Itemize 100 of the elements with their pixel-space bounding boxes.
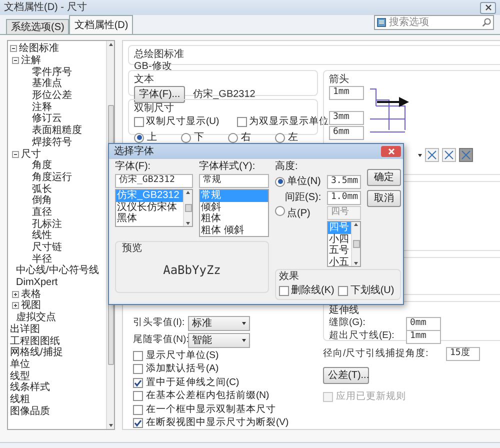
tree-item[interactable]: 视图 — [21, 300, 41, 312]
checkbox[interactable] — [237, 117, 248, 128]
tree-item[interactable]: 中心线/中心符号线 — [16, 265, 99, 276]
list-item[interactable]: 黑体 — [116, 213, 183, 224]
tree-item[interactable]: 绘图标准 — [19, 43, 59, 54]
radio-button[interactable] — [181, 132, 191, 143]
tree-item[interactable]: 基准点 — [32, 78, 62, 90]
tree-item[interactable]: 弧长 — [32, 184, 52, 195]
list-item[interactable]: 汉仪长仿宋体 — [116, 202, 183, 213]
input-field[interactable]: 1.0mm — [327, 190, 361, 204]
tree-item[interactable]: 虚拟交点 — [16, 312, 56, 324]
close-button[interactable] — [480, 2, 496, 14]
list-box[interactable]: 常规 倾斜 粗体 粗体 倾斜 — [199, 189, 269, 237]
radio-button[interactable] — [275, 132, 285, 143]
input-field[interactable]: 1mm — [329, 86, 364, 100]
checkbox[interactable] — [133, 378, 143, 388]
tree-item[interactable]: 修订云 — [32, 113, 62, 124]
dropdown[interactable]: 标准 — [188, 316, 250, 331]
arrow-style-icon[interactable] — [442, 148, 456, 162]
list-item[interactable]: 倾斜 — [200, 202, 268, 213]
tree-item[interactable]: 尺寸链 — [32, 242, 62, 254]
collapse-icon[interactable] — [10, 45, 17, 52]
radio-button[interactable] — [275, 176, 285, 186]
input-field[interactable]: 3mm — [329, 111, 364, 125]
tree-item[interactable]: 表格 — [21, 288, 41, 300]
search-field[interactable]: 搜索选项 — [374, 15, 494, 30]
tree-item[interactable]: 线粗 — [10, 394, 30, 405]
tree-item[interactable]: 形位公差 — [32, 90, 72, 102]
scroll-thumb[interactable] — [352, 240, 360, 248]
tree-item[interactable]: 倒角 — [32, 195, 52, 206]
checkbox-label: 在一个框中显示双制基本尺寸 — [146, 402, 276, 417]
input-field[interactable]: 15度 — [446, 347, 480, 362]
tree-item[interactable]: 孔标注 — [32, 218, 62, 230]
tree-item[interactable]: 注解 — [21, 55, 41, 66]
checkbox[interactable] — [134, 117, 144, 128]
tree-item[interactable]: 单位 — [10, 358, 30, 370]
caret-icon[interactable] — [418, 154, 422, 156]
tab[interactable]: 文档属性(D) — [69, 15, 134, 34]
tree-item[interactable]: 注释 — [32, 102, 52, 113]
list-item[interactable]: 粗体 倾斜 — [200, 224, 268, 236]
button[interactable]: 确定 — [367, 169, 401, 186]
tree-item[interactable]: 图像品质 — [10, 406, 50, 417]
checkbox[interactable] — [133, 404, 143, 415]
tree-item[interactable]: DimXpert — [16, 277, 58, 288]
collapse-icon[interactable] — [12, 150, 19, 158]
scroll-down-icon[interactable] — [108, 424, 112, 427]
scroll-down-icon[interactable] — [186, 222, 190, 225]
collapse-icon[interactable] — [12, 57, 19, 64]
checkbox[interactable] — [338, 286, 348, 296]
radio-button[interactable] — [275, 206, 285, 216]
input-field[interactable]: 0mm — [406, 316, 441, 330]
list-item[interactable]: 小五 — [328, 256, 351, 266]
font-button[interactable]: 字体(F)... — [134, 86, 186, 103]
group-title: 双制尺寸 — [134, 102, 175, 115]
tree-item[interactable]: 角度 — [32, 160, 52, 172]
checkbox[interactable] — [133, 391, 143, 402]
tree-item[interactable]: 零件序号 — [32, 66, 72, 78]
scroll-thumb[interactable] — [184, 204, 192, 212]
list-item[interactable]: 粗体 — [200, 213, 268, 224]
scrollbar[interactable] — [183, 190, 192, 226]
tree-item[interactable]: 线型 — [10, 370, 30, 382]
list-box[interactable]: 四号 小四 五号 小五 — [327, 221, 361, 267]
radio-button[interactable] — [134, 132, 144, 143]
checkbox[interactable] — [279, 286, 289, 296]
tolerance-button[interactable]: 公差(T)... — [323, 367, 369, 384]
tree-item[interactable]: 半径 — [32, 254, 52, 265]
font-field[interactable]: 仿宋_GB2312 — [115, 174, 193, 188]
close-button[interactable] — [381, 146, 401, 157]
tree-item[interactable]: 出详图 — [10, 324, 40, 335]
scroll-up-icon[interactable] — [108, 43, 112, 46]
tree-item[interactable]: 尺寸 — [21, 148, 41, 160]
arrow-icon — [377, 97, 409, 107]
input-field[interactable]: 3.5mm — [327, 174, 361, 188]
expand-icon[interactable] — [12, 302, 19, 310]
tree-item[interactable]: 角度运行 — [32, 172, 72, 183]
radio-button[interactable] — [228, 132, 238, 143]
checkbox[interactable] — [133, 350, 143, 361]
checkbox[interactable] — [133, 364, 143, 374]
tree-item[interactable]: 网格线/捕捉 — [10, 347, 63, 358]
tree-item[interactable]: 线条样式 — [10, 382, 50, 394]
list-item[interactable]: 五号 — [328, 245, 351, 256]
checkbox[interactable] — [133, 418, 143, 428]
tree-item[interactable]: 表面粗糙度 — [32, 125, 82, 136]
input-field[interactable]: 1mm — [406, 330, 441, 344]
scroll-up-icon[interactable] — [186, 191, 190, 194]
scroll-up-icon[interactable] — [354, 223, 358, 226]
tree-item[interactable]: 直径 — [32, 206, 52, 218]
tree-item[interactable]: 焊接符号 — [32, 136, 72, 148]
scroll-down-icon[interactable] — [354, 262, 358, 265]
input-field[interactable]: 6mm — [329, 126, 364, 140]
button[interactable]: 取消 — [367, 190, 401, 207]
list-item[interactable]: 小四 — [328, 234, 351, 245]
dropdown[interactable]: 智能 — [188, 333, 250, 348]
scrollbar[interactable] — [351, 222, 360, 266]
tab[interactable]: 系统选项(S) — [6, 19, 70, 34]
tree-item[interactable]: 线性 — [32, 230, 52, 242]
arrow-style-icon[interactable] — [425, 148, 439, 162]
tree-item[interactable]: 工程图图纸 — [10, 336, 60, 347]
expand-icon[interactable] — [12, 290, 19, 298]
style-field[interactable]: 常规 — [199, 174, 269, 188]
